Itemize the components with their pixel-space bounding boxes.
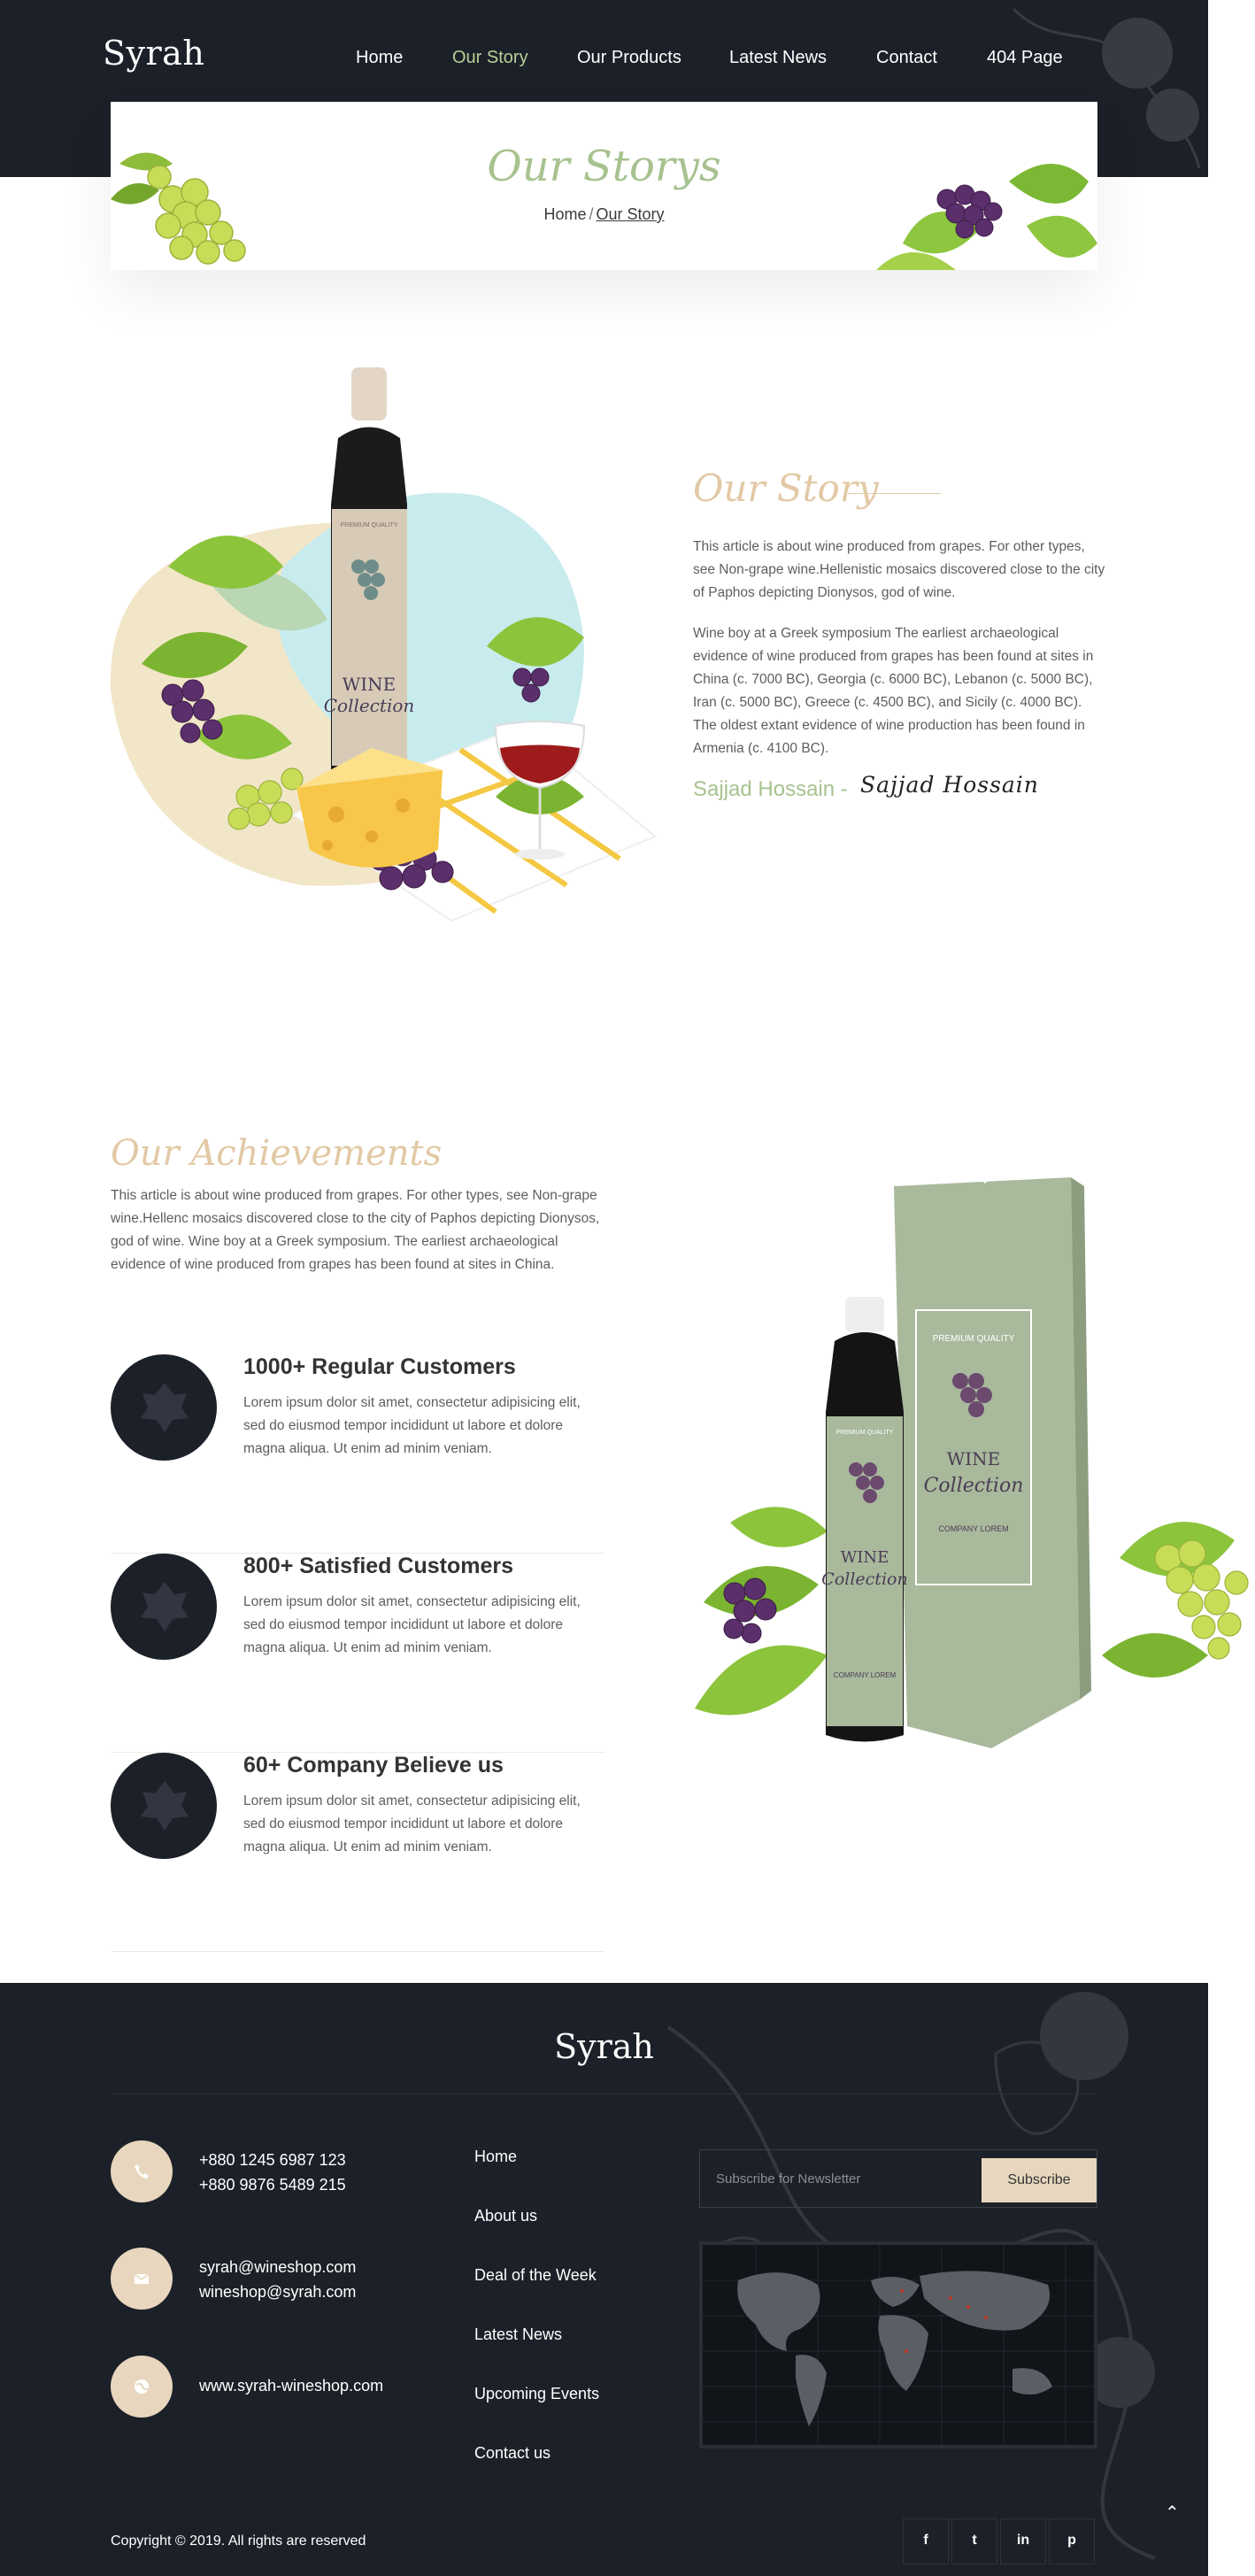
wine-cheese-illustration: PREMIUM QUALITY WINE Collection [110,367,657,922]
footer-link-home[interactable]: Home [474,2148,517,2166]
email-address[interactable]: wineshop@syrah.com [199,2279,356,2304]
phone-icon [111,2140,173,2202]
achievement-title: 1000+ Regular Customers [243,1354,516,1379]
facebook-icon[interactable]: f [903,2518,949,2564]
achievement-badge [111,1554,217,1660]
achievement-badge [111,1354,217,1461]
grape-leaf-icon [141,1582,189,1631]
story-paragraph: Wine boy at a Greek symposium The earlie… [693,626,1094,756]
newsletter-form: Subscribe [699,2149,1097,2208]
pinterest-glyph: p [1067,2533,1076,2548]
nav-404-page[interactable]: 404 Page [987,48,1063,68]
footer-logo[interactable]: Syrah [0,2027,1208,2066]
nav-contact[interactable]: Contact [876,48,937,68]
nav-our-story[interactable]: Our Story [452,48,528,68]
twitter-icon[interactable]: t [951,2518,997,2564]
bag-label-premium: PREMIUM QUALITY [933,1334,1015,1344]
bottle-label-collection: Collection [821,1570,907,1589]
page-banner: Our Storys Home / Our Story [111,102,1097,270]
bag-label-wine: WINE [947,1448,1001,1469]
footer-link-latest-news[interactable]: Latest News [474,2325,562,2344]
story-paragraph: This article is about wine produced from… [693,539,1105,600]
envelope-icon [111,2248,173,2310]
achievement-text: Lorem ipsum dolor sit amet, consectetur … [243,1793,581,1855]
newsletter-email-input[interactable] [700,2150,983,2207]
wine-bag-illustration: PREMIUM QUALITY WINE Collection COMPANY … [695,1163,1249,1748]
bottle-label-wine: WINE [841,1548,889,1567]
copyright: Copyright © 2019. All rights are reserve… [111,2534,366,2549]
footer-link-deal-of-the-week[interactable]: Deal of the Week [474,2266,597,2285]
scroll-to-top-icon[interactable]: ⌃ [1165,2502,1180,2524]
achievement-item: 60+ Company Believe us Lorem ipsum dolor… [111,1753,604,1952]
website-url[interactable]: www.syrah-wineshop.com [199,2373,383,2398]
contact-email: syrah@wineshop.com wineshop@syrah.com [111,2248,465,2310]
footer-link-upcoming-events[interactable]: Upcoming Events [474,2385,599,2403]
world-map [699,2241,1097,2449]
nav-latest-news[interactable]: Latest News [729,48,827,68]
story-title: Our Story [693,467,879,510]
globe-icon [111,2356,173,2418]
achievement-title: 800+ Satisfied Customers [243,1554,513,1578]
bag-label-company: COMPANY LOREM [938,1524,1008,1533]
nav-our-products[interactable]: Our Products [577,48,681,68]
footer-link-about-us[interactable]: About us [474,2207,537,2225]
achievement-title: 60+ Company Believe us [243,1753,504,1778]
achievement-text: Lorem ipsum dolor sit amet, consectetur … [243,1395,581,1456]
linkedin-glyph: in [1016,2533,1030,2548]
phone-number[interactable]: +880 1245 6987 123 [199,2148,346,2172]
email-address[interactable]: syrah@wineshop.com [199,2255,356,2279]
achievement-badge [111,1753,217,1859]
phone-number[interactable]: +880 9876 5489 215 [199,2172,346,2197]
bottle-label-premium: PREMIUM QUALITY [836,1430,894,1436]
breadcrumb-home[interactable]: Home [543,205,586,223]
contact-website: www.syrah-wineshop.com [111,2356,465,2418]
achievement-item: 800+ Satisfied Customers Lorem ipsum dol… [111,1554,604,1753]
facebook-glyph: f [923,2533,928,2548]
achievements-title: Our Achievements [111,1133,443,1174]
subscribe-button[interactable]: Subscribe [982,2158,1097,2202]
main-nav: Home Our Story Our Products Latest News … [0,48,1208,69]
footer-link-contact-us[interactable]: Contact us [474,2444,551,2463]
nav-home[interactable]: Home [356,48,403,68]
bag-label-collection: Collection [924,1475,1024,1497]
author-name: Sajjad Hossain - [693,777,848,801]
linkedin-icon[interactable]: in [1000,2518,1046,2564]
achievements-intro: This article is about wine produced from… [111,1188,600,1272]
author-signature: Sajjad Hossain [860,772,1039,798]
grape-leaf-icon [141,1383,189,1432]
contact-phone: +880 1245 6987 123 +880 9876 5489 215 [111,2140,465,2202]
bottle-label-wine: WINE [343,674,397,695]
twitter-glyph: t [972,2533,977,2548]
breadcrumb-separator: / [589,205,594,223]
bottle-label-company: COMPANY LOREM [834,1671,897,1679]
achievement-text: Lorem ipsum dolor sit amet, consectetur … [243,1594,581,1655]
world-map-image [703,2245,1094,2445]
title-divider [848,493,941,494]
grape-leaf-icon [141,1781,189,1831]
pinterest-icon[interactable]: p [1049,2518,1095,2564]
purple-grapes-icon [876,164,1097,270]
bottle-label-collection: Collection [324,695,415,716]
bottle-label-premium: PREMIUM QUALITY [341,522,398,528]
achievement-item: 1000+ Regular Customers Lorem ipsum dolo… [111,1354,604,1554]
breadcrumb-current: Our Story [596,205,665,223]
